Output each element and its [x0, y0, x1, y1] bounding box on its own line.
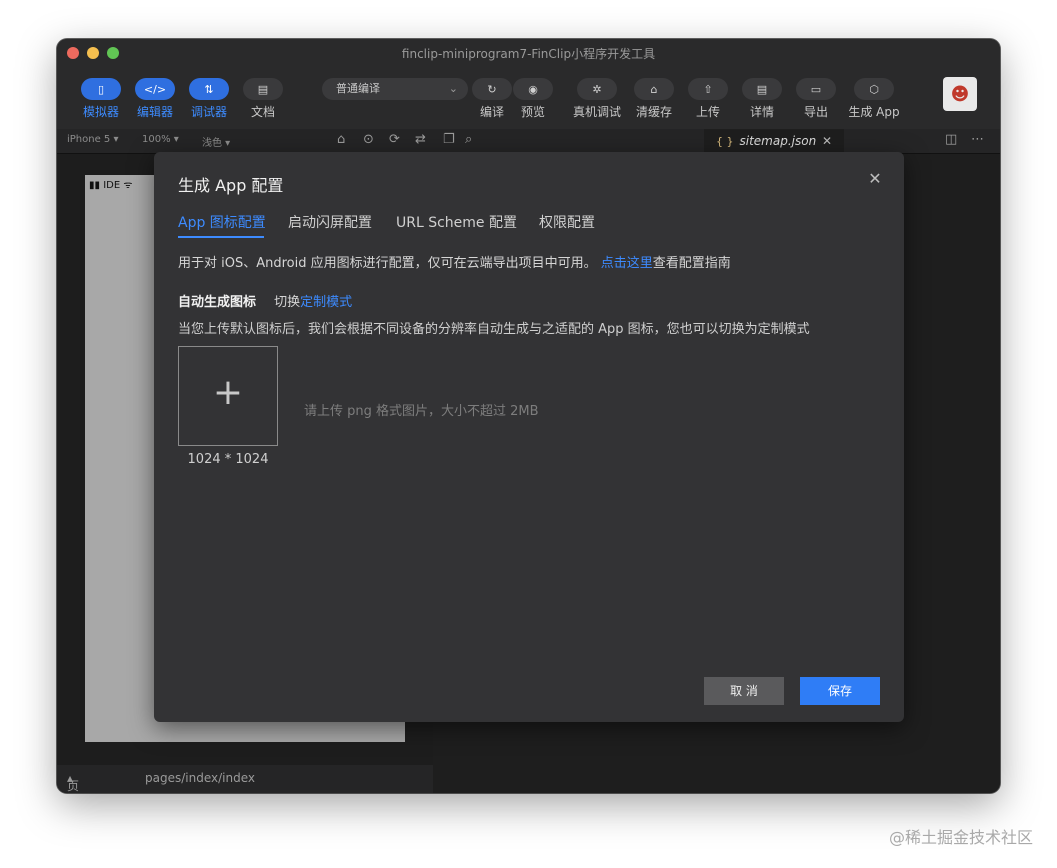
active-tab-indicator — [178, 236, 264, 238]
more-icon[interactable]: ⋯ — [971, 132, 984, 147]
detail-icon: ▤ — [756, 82, 768, 96]
build-app-button[interactable]: ⬡ — [854, 78, 894, 100]
debug-icon: ⇅ — [204, 82, 214, 96]
close-icon[interactable]: ✕ — [866, 170, 884, 188]
docs-label: 文档 — [250, 105, 275, 119]
theme-select[interactable]: 浅色 ▾ — [202, 134, 230, 149]
swap-icon[interactable]: ⇄ — [415, 132, 426, 147]
details-label: 详情 — [749, 105, 774, 119]
theme-value: 浅色 — [202, 138, 222, 149]
page-path-label[interactable]: 页面路径 ▴ — [67, 771, 79, 793]
title-bar: finclip-miniprogram7-FinClip小程序开发工具 — [57, 39, 1000, 67]
phone-status-bar: ▮▮ IDE ᯤ — [89, 180, 133, 191]
json-file-icon: { } — [716, 135, 734, 148]
copy-icon[interactable]: ❐ — [443, 132, 455, 147]
config-description: 用于对 iOS、Android 应用图标进行配置，仅可在云端导出项目中可用。 点… — [178, 252, 731, 271]
upload-icon: ⇧ — [703, 82, 713, 96]
sub-toolbar: iPhone 5 ▾ 100% ▾ 浅色 ▾ ⌂ ⊙ ⟳ ⇄ ❐ ⌕ ◫ ⋯ — [57, 129, 1000, 154]
page-path-label-text: 页面路径 — [67, 779, 80, 793]
document-icon: ▤ — [257, 82, 269, 96]
cube-icon: ⬡ — [869, 82, 879, 96]
zoom-select[interactable]: 100% ▾ — [142, 134, 179, 145]
chevron-down-icon: ⌄ — [448, 82, 458, 95]
page-path-bar: 页面路径 ▴ pages/index/index — [57, 765, 433, 793]
tab-url-scheme[interactable]: URL Scheme 配置 — [396, 212, 517, 232]
description-tail: 查看配置指南 — [652, 256, 731, 271]
save-button[interactable]: 保存 — [800, 677, 880, 705]
switch-mode: 切换定制模式 — [274, 295, 352, 310]
upload-size-label: 1024 * 1024 — [187, 452, 269, 467]
preview-button[interactable]: ◉ — [513, 78, 553, 100]
upload-button[interactable]: ⇧ — [688, 78, 728, 100]
dialog-title: 生成 App 配置 — [178, 176, 284, 195]
remote-debug-label: 真机调试 — [572, 105, 621, 119]
editor-toggle-button[interactable]: </> — [135, 78, 175, 100]
split-editor-icon[interactable]: ◫ — [945, 132, 957, 147]
toolbar: ▯ 模拟器 </> 编辑器 ⇅ 调试器 ▤ 文档 普通编译 ⌄ ↻ 编译 ◉ 预… — [57, 67, 1000, 129]
device-select[interactable]: iPhone 5 ▾ — [67, 134, 119, 145]
tab-permissions[interactable]: 权限配置 — [539, 212, 595, 232]
upload-label: 上传 — [695, 105, 720, 119]
preview-label: 预览 — [520, 105, 545, 119]
folder-icon: ▭ — [810, 82, 822, 96]
avatar[interactable]: ☻ — [943, 77, 977, 111]
code-icon: </> — [143, 82, 167, 96]
simulator-toggle-button[interactable]: ▯ — [81, 78, 121, 100]
cancel-button[interactable]: 取 消 — [704, 677, 784, 705]
broom-icon: ⌂ — [650, 82, 658, 96]
carrier-label: IDE — [103, 180, 121, 191]
rotate-icon[interactable]: ⟳ — [389, 132, 400, 147]
upload-hint: 请上传 png 格式图片，大小不超过 2MB — [304, 404, 539, 419]
window-title: finclip-miniprogram7-FinClip小程序开发工具 — [401, 47, 656, 61]
compile-button[interactable]: ↻ — [472, 78, 512, 100]
location-icon[interactable]: ⊙ — [363, 132, 374, 147]
search-icon[interactable]: ⌕ — [465, 132, 472, 147]
home-icon[interactable]: ⌂ — [337, 132, 345, 147]
icon-upload-box[interactable]: + — [178, 346, 278, 446]
mode-row: 自动生成图标 切换定制模式 — [178, 291, 352, 310]
tab-splash[interactable]: 启动闪屏配置 — [288, 212, 372, 232]
page-path-value: pages/index/index — [145, 771, 255, 785]
editor-tab-label: sitemap.json — [739, 134, 817, 148]
switch-prefix: 切换 — [274, 295, 301, 310]
phone-icon: ▯ — [97, 82, 105, 96]
eye-icon: ◉ — [528, 82, 538, 96]
debugger-label: 调试器 — [190, 105, 227, 119]
custom-mode-link[interactable]: 定制模式 — [300, 295, 352, 310]
export-label: 导出 — [803, 105, 828, 119]
tab-app-icon[interactable]: App 图标配置 — [178, 212, 266, 232]
compile-mode-select[interactable]: 普通编译 ⌄ — [322, 78, 468, 100]
user-icon: ☻ — [950, 83, 970, 105]
build-app-label: 生成 App — [848, 105, 900, 119]
watermark: @稀土掘金技术社区 — [888, 828, 1033, 847]
guide-link[interactable]: 点击这里 — [601, 256, 653, 271]
details-button[interactable]: ▤ — [742, 78, 782, 100]
mode-description: 当您上传默认图标后，我们会根据不同设备的分辨率自动生成与之适配的 App 图标，… — [178, 322, 810, 337]
build-app-dialog: 生成 App 配置 ✕ App 图标配置 启动闪屏配置 URL Scheme 配… — [154, 152, 904, 722]
docs-button[interactable]: ▤ — [243, 78, 283, 100]
compile-mode-value: 普通编译 — [336, 82, 380, 95]
description-text: 用于对 iOS、Android 应用图标进行配置，仅可在云端导出项目中可用。 — [178, 256, 597, 271]
zoom-value: 100% — [142, 134, 171, 145]
device-value: iPhone 5 — [67, 134, 111, 145]
remote-debug-button[interactable]: ✲ — [577, 78, 617, 100]
clear-cache-label: 清缓存 — [635, 105, 672, 119]
refresh-icon: ↻ — [487, 82, 497, 96]
bug-icon: ✲ — [592, 82, 602, 96]
editor-tab-sitemap[interactable]: { } sitemap.json ✕ — [704, 129, 844, 153]
simulator-label: 模拟器 — [82, 105, 119, 119]
debugger-toggle-button[interactable]: ⇅ — [189, 78, 229, 100]
plus-icon: + — [212, 372, 244, 413]
clear-cache-button[interactable]: ⌂ — [634, 78, 674, 100]
mode-title: 自动生成图标 — [178, 295, 257, 310]
editor-label: 编辑器 — [136, 105, 173, 119]
close-tab-icon[interactable]: ✕ — [822, 129, 832, 153]
export-button[interactable]: ▭ — [796, 78, 836, 100]
